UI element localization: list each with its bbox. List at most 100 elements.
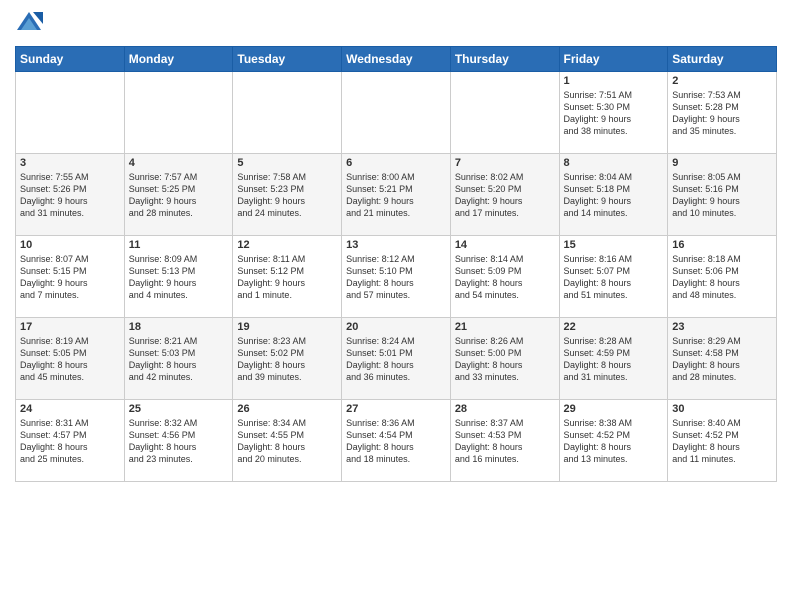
day-info: Sunrise: 8:32 AM Sunset: 4:56 PM Dayligh… — [129, 417, 229, 466]
page: SundayMondayTuesdayWednesdayThursdayFrid… — [0, 0, 792, 612]
calendar-cell: 14 Sunrise: 8:14 AM Sunset: 5:09 PM Dayli… — [450, 236, 559, 318]
calendar-week-row: 1 Sunrise: 7:51 AM Sunset: 5:30 PM Daylig… — [16, 72, 777, 154]
calendar-cell: 22 Sunrise: 8:28 AM Sunset: 4:59 PM Dayli… — [559, 318, 668, 400]
day-number: 22 — [564, 321, 664, 333]
day-info: Sunrise: 8:19 AM Sunset: 5:05 PM Dayligh… — [20, 335, 120, 384]
day-info: Sunrise: 8:21 AM Sunset: 5:03 PM Dayligh… — [129, 335, 229, 384]
day-number: 28 — [455, 403, 555, 415]
calendar-cell: 24Sunrise: 8:31 AM Sunset: 4:57 PM Dayli… — [16, 400, 125, 482]
day-info: Sunrise: 8:16 AM Sunset: 5:07 PM Dayligh… — [564, 253, 664, 302]
calendar-cell: 4Sunrise: 7:57 AM Sunset: 5:25 PM Daylig… — [124, 154, 233, 236]
calendar-week-row: 3 Sunrise: 7:55 AM Sunset: 5:26 PM Daylig… — [16, 154, 777, 236]
day-number: 25 — [129, 403, 229, 415]
day-number: 17 — [20, 321, 120, 333]
day-info: Sunrise: 8:04 AM Sunset: 5:18 PM Dayligh… — [564, 171, 664, 220]
day-number: 16 — [672, 239, 772, 251]
weekday-header: Thursday — [450, 47, 559, 72]
calendar-cell: 8 Sunrise: 8:04 AM Sunset: 5:18 PM Daylig… — [559, 154, 668, 236]
day-number: 21 — [455, 321, 555, 333]
weekday-header: Saturday — [668, 47, 777, 72]
logo — [15, 10, 47, 38]
calendar-cell: 29 Sunrise: 8:38 AM Sunset: 4:52 PM Dayli… — [559, 400, 668, 482]
calendar-cell: 7Sunrise: 8:02 AM Sunset: 5:20 PM Daylig… — [450, 154, 559, 236]
day-number: 23 — [672, 321, 772, 333]
day-info: Sunrise: 8:37 AM Sunset: 4:53 PM Dayligh… — [455, 417, 555, 466]
logo-icon — [15, 10, 43, 38]
calendar-cell: 10 Sunrise: 8:07 AM Sunset: 5:15 PM Dayli… — [16, 236, 125, 318]
day-info: Sunrise: 7:58 AM Sunset: 5:23 PM Dayligh… — [237, 171, 337, 220]
calendar-cell: 1 Sunrise: 7:51 AM Sunset: 5:30 PM Daylig… — [559, 72, 668, 154]
day-number: 15 — [564, 239, 664, 251]
day-info: Sunrise: 8:36 AM Sunset: 4:54 PM Dayligh… — [346, 417, 446, 466]
calendar-cell: 9 Sunrise: 8:05 AM Sunset: 5:16 PM Daylig… — [668, 154, 777, 236]
calendar-cell: 21 Sunrise: 8:26 AM Sunset: 5:00 PM Dayli… — [450, 318, 559, 400]
weekday-header-row: SundayMondayTuesdayWednesdayThursdayFrid… — [16, 47, 777, 72]
day-number: 6 — [346, 157, 446, 169]
weekday-header: Monday — [124, 47, 233, 72]
calendar-week-row: 24Sunrise: 8:31 AM Sunset: 4:57 PM Dayli… — [16, 400, 777, 482]
day-number: 26 — [237, 403, 337, 415]
day-info: Sunrise: 7:55 AM Sunset: 5:26 PM Dayligh… — [20, 171, 120, 220]
calendar-cell: 16 Sunrise: 8:18 AM Sunset: 5:06 PM Dayli… — [668, 236, 777, 318]
day-number: 29 — [564, 403, 664, 415]
day-info: Sunrise: 8:18 AM Sunset: 5:06 PM Dayligh… — [672, 253, 772, 302]
day-info: Sunrise: 8:05 AM Sunset: 5:16 PM Dayligh… — [672, 171, 772, 220]
calendar-cell — [233, 72, 342, 154]
day-number: 8 — [564, 157, 664, 169]
calendar-cell: 20Sunrise: 8:24 AM Sunset: 5:01 PM Dayli… — [342, 318, 451, 400]
calendar-cell: 2Sunrise: 7:53 AM Sunset: 5:28 PM Daylig… — [668, 72, 777, 154]
day-info: Sunrise: 7:57 AM Sunset: 5:25 PM Dayligh… — [129, 171, 229, 220]
calendar-cell: 3 Sunrise: 7:55 AM Sunset: 5:26 PM Daylig… — [16, 154, 125, 236]
day-number: 14 — [455, 239, 555, 251]
weekday-header: Wednesday — [342, 47, 451, 72]
day-number: 18 — [129, 321, 229, 333]
calendar-cell: 27 Sunrise: 8:36 AM Sunset: 4:54 PM Dayli… — [342, 400, 451, 482]
day-info: Sunrise: 8:26 AM Sunset: 5:00 PM Dayligh… — [455, 335, 555, 384]
day-info: Sunrise: 8:09 AM Sunset: 5:13 PM Dayligh… — [129, 253, 229, 302]
day-number: 10 — [20, 239, 120, 251]
day-info: Sunrise: 8:29 AM Sunset: 4:58 PM Dayligh… — [672, 335, 772, 384]
calendar-week-row: 10 Sunrise: 8:07 AM Sunset: 5:15 PM Dayli… — [16, 236, 777, 318]
day-info: Sunrise: 8:31 AM Sunset: 4:57 PM Dayligh… — [20, 417, 120, 466]
weekday-header: Friday — [559, 47, 668, 72]
calendar-cell: 25 Sunrise: 8:32 AM Sunset: 4:56 PM Dayli… — [124, 400, 233, 482]
day-number: 9 — [672, 157, 772, 169]
calendar-cell: 18 Sunrise: 8:21 AM Sunset: 5:03 PM Dayli… — [124, 318, 233, 400]
calendar-cell: 6 Sunrise: 8:00 AM Sunset: 5:21 PM Daylig… — [342, 154, 451, 236]
weekday-header: Sunday — [16, 47, 125, 72]
day-info: Sunrise: 7:53 AM Sunset: 5:28 PM Dayligh… — [672, 89, 772, 138]
calendar-cell: 19Sunrise: 8:23 AM Sunset: 5:02 PM Dayli… — [233, 318, 342, 400]
calendar-cell: 12 Sunrise: 8:11 AM Sunset: 5:12 PM Dayli… — [233, 236, 342, 318]
day-info: Sunrise: 8:34 AM Sunset: 4:55 PM Dayligh… — [237, 417, 337, 466]
calendar-week-row: 17 Sunrise: 8:19 AM Sunset: 5:05 PM Dayli… — [16, 318, 777, 400]
day-info: Sunrise: 8:40 AM Sunset: 4:52 PM Dayligh… — [672, 417, 772, 466]
day-info: Sunrise: 8:28 AM Sunset: 4:59 PM Dayligh… — [564, 335, 664, 384]
calendar-cell — [16, 72, 125, 154]
calendar-table: SundayMondayTuesdayWednesdayThursdayFrid… — [15, 46, 777, 482]
day-info: Sunrise: 8:02 AM Sunset: 5:20 PM Dayligh… — [455, 171, 555, 220]
calendar-cell: 17 Sunrise: 8:19 AM Sunset: 5:05 PM Dayli… — [16, 318, 125, 400]
weekday-header: Tuesday — [233, 47, 342, 72]
header — [15, 10, 777, 38]
day-number: 1 — [564, 75, 664, 87]
day-number: 3 — [20, 157, 120, 169]
calendar-cell: 23 Sunrise: 8:29 AM Sunset: 4:58 PM Dayli… — [668, 318, 777, 400]
day-info: Sunrise: 8:11 AM Sunset: 5:12 PM Dayligh… — [237, 253, 337, 302]
calendar-cell: 26 Sunrise: 8:34 AM Sunset: 4:55 PM Dayli… — [233, 400, 342, 482]
day-info: Sunrise: 8:38 AM Sunset: 4:52 PM Dayligh… — [564, 417, 664, 466]
day-info: Sunrise: 7:51 AM Sunset: 5:30 PM Dayligh… — [564, 89, 664, 138]
day-info: Sunrise: 8:00 AM Sunset: 5:21 PM Dayligh… — [346, 171, 446, 220]
day-info: Sunrise: 8:23 AM Sunset: 5:02 PM Dayligh… — [237, 335, 337, 384]
day-number: 20 — [346, 321, 446, 333]
day-info: Sunrise: 8:14 AM Sunset: 5:09 PM Dayligh… — [455, 253, 555, 302]
calendar-cell — [342, 72, 451, 154]
day-info: Sunrise: 8:07 AM Sunset: 5:15 PM Dayligh… — [20, 253, 120, 302]
day-number: 27 — [346, 403, 446, 415]
day-number: 13 — [346, 239, 446, 251]
calendar-cell: 15 Sunrise: 8:16 AM Sunset: 5:07 PM Dayli… — [559, 236, 668, 318]
day-number: 12 — [237, 239, 337, 251]
calendar-cell: 30Sunrise: 8:40 AM Sunset: 4:52 PM Dayli… — [668, 400, 777, 482]
calendar-cell: 5Sunrise: 7:58 AM Sunset: 5:23 PM Daylig… — [233, 154, 342, 236]
calendar-cell: 11 Sunrise: 8:09 AM Sunset: 5:13 PM Dayli… — [124, 236, 233, 318]
day-number: 11 — [129, 239, 229, 251]
